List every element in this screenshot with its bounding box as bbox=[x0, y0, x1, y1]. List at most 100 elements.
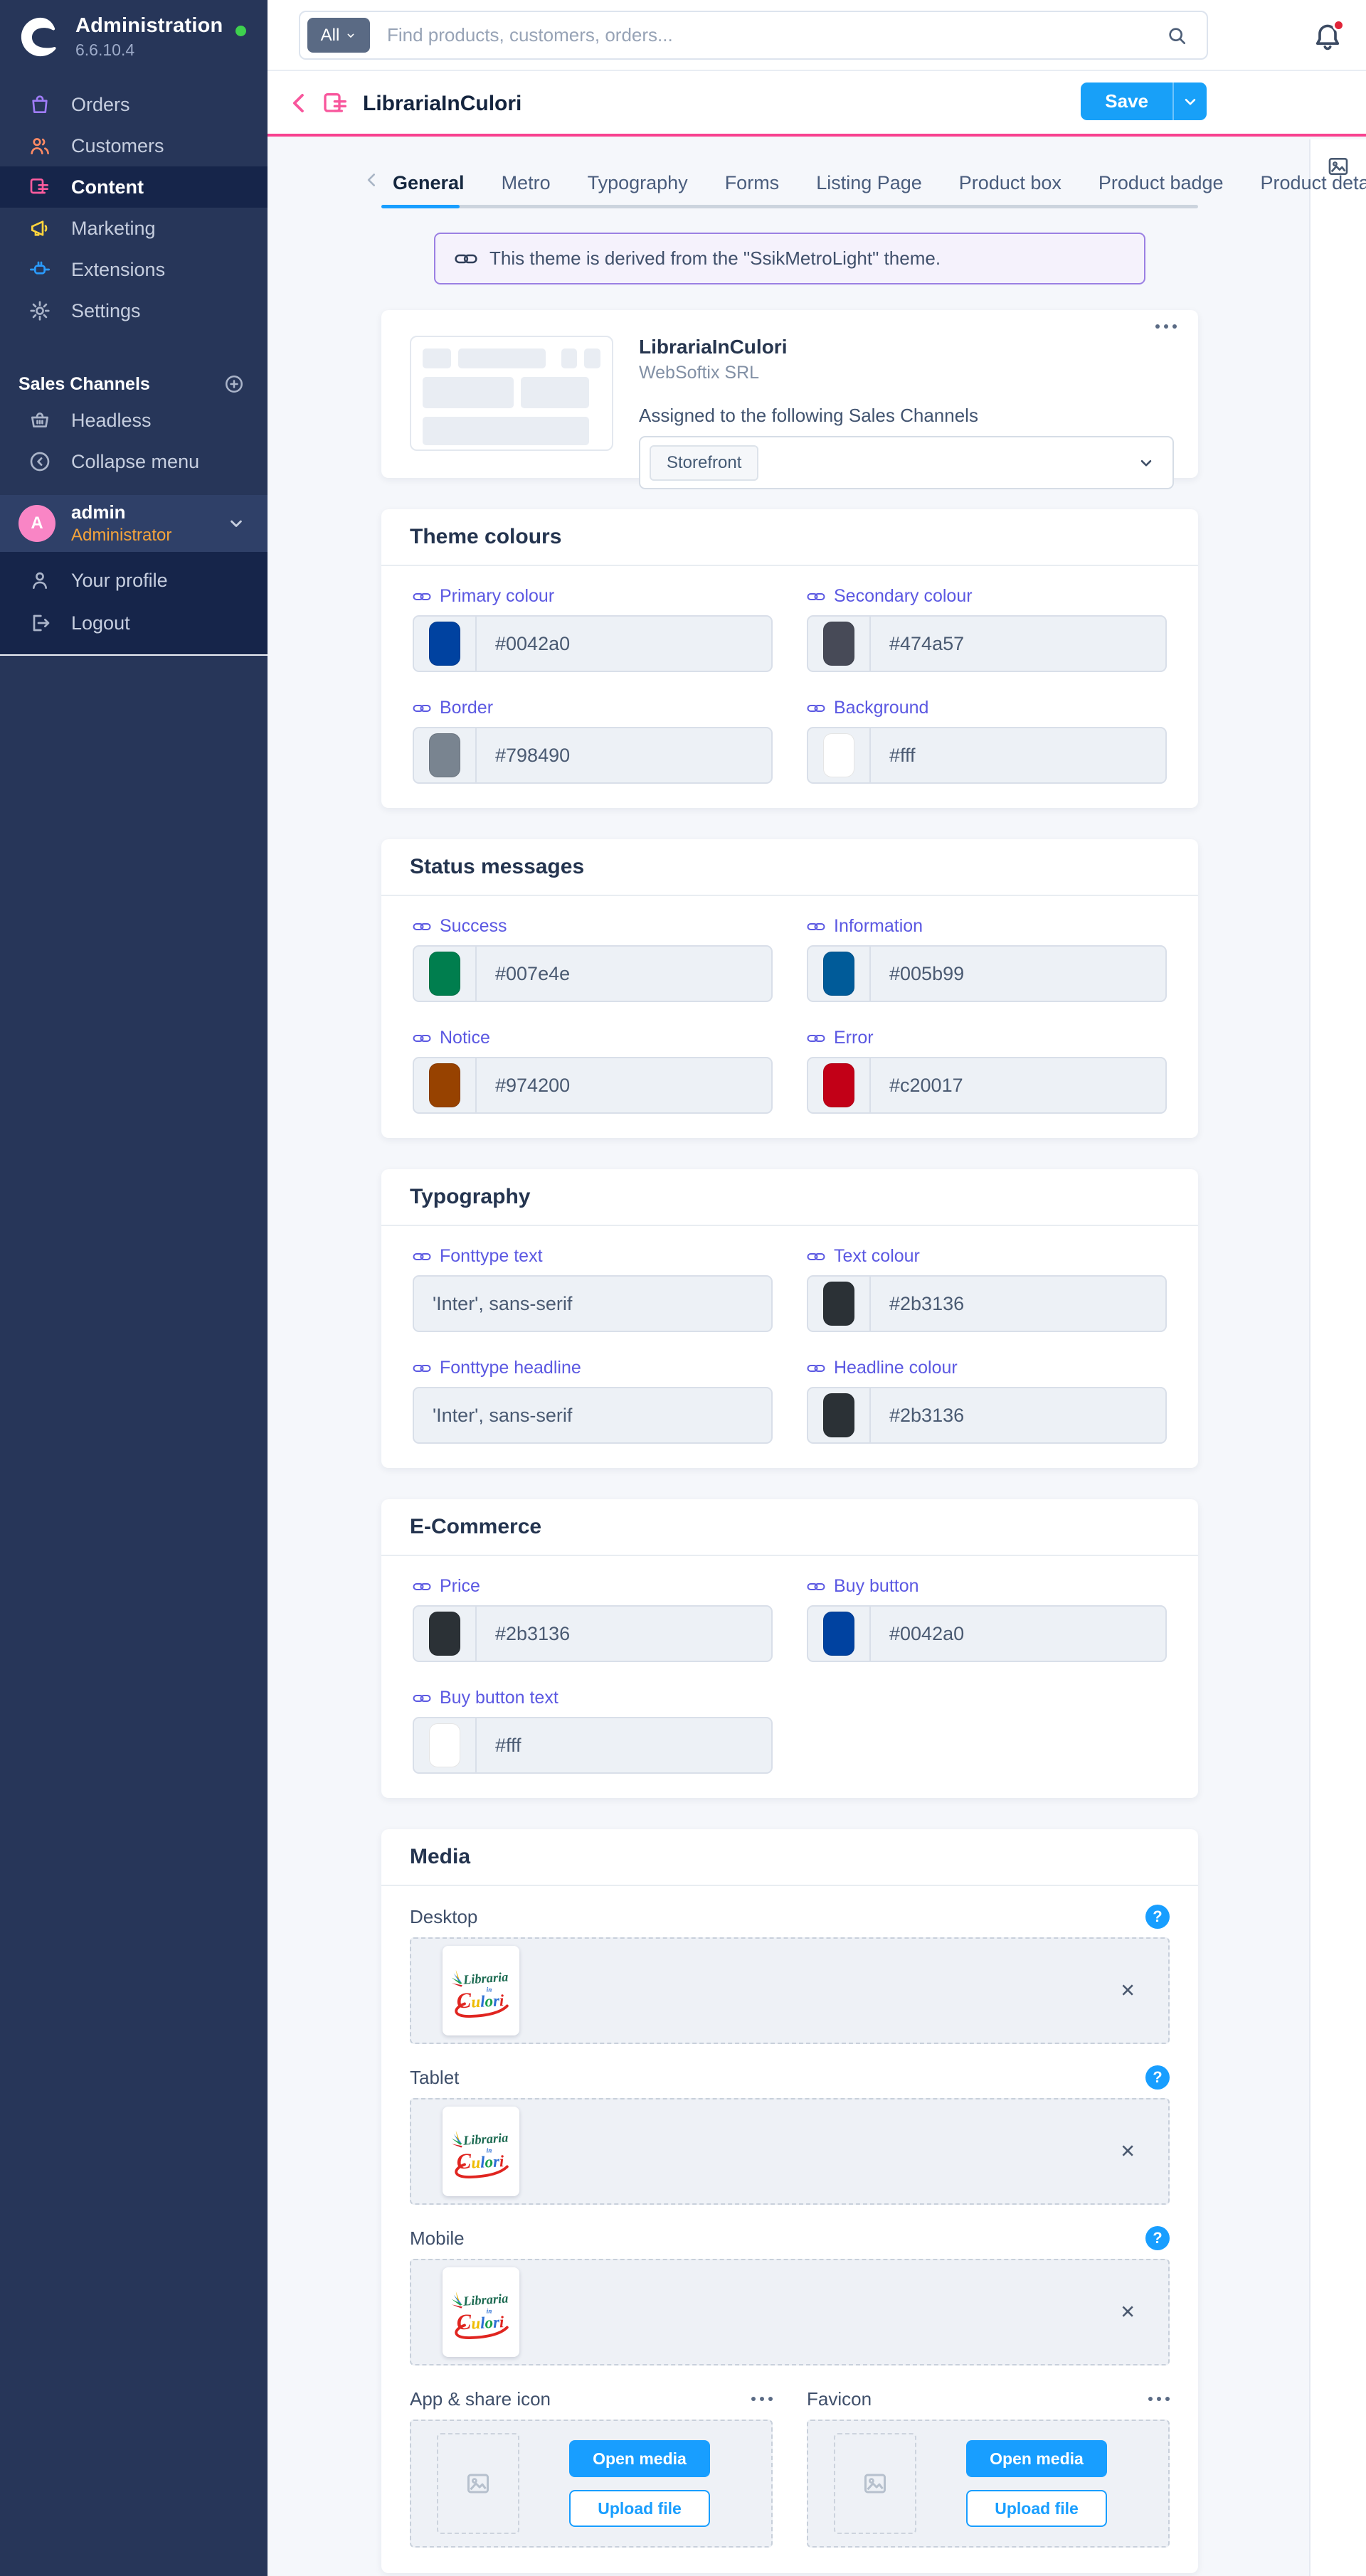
media-thumbnail[interactable] bbox=[443, 1946, 519, 2035]
tab-metro[interactable]: Metro bbox=[483, 168, 569, 198]
sales-channel-select[interactable]: Storefront bbox=[639, 436, 1174, 489]
sidebar-item-headless[interactable]: Headless bbox=[0, 400, 268, 441]
theme-logo-image bbox=[448, 2274, 514, 2351]
open-media-button[interactable]: Open media bbox=[966, 2440, 1107, 2477]
inheritance-link-icon[interactable] bbox=[413, 700, 431, 717]
tab-general[interactable]: General bbox=[381, 168, 483, 198]
tabs-scroll-left-icon[interactable] bbox=[363, 171, 381, 189]
theme-context-menu-button[interactable] bbox=[1155, 324, 1177, 329]
tab-typography[interactable]: Typography bbox=[569, 168, 706, 198]
text-input[interactable]: 'Inter', sans-serif bbox=[413, 1275, 773, 1332]
color-input[interactable]: #0042a0 bbox=[413, 615, 773, 672]
sidebar-item-collapse-menu[interactable]: Collapse menu bbox=[0, 441, 268, 482]
user-menu-item-logout[interactable]: Logout bbox=[0, 602, 268, 644]
add-sales-channel-icon[interactable] bbox=[223, 373, 245, 395]
sidebar-item-label: Orders bbox=[71, 94, 130, 116]
color-input[interactable]: #2b3136 bbox=[413, 1605, 773, 1662]
media-thumbnail[interactable] bbox=[443, 2107, 519, 2196]
inheritance-link-icon[interactable] bbox=[413, 1690, 431, 1707]
color-input[interactable]: #c20017 bbox=[807, 1057, 1167, 1114]
global-search[interactable]: All bbox=[299, 11, 1208, 60]
sidebar-item-content[interactable]: Content bbox=[0, 166, 268, 208]
inheritance-link-icon[interactable] bbox=[413, 1030, 431, 1047]
sidebar-item-marketing[interactable]: Marketing bbox=[0, 208, 268, 249]
inheritance-link-icon[interactable] bbox=[413, 1578, 431, 1595]
upload-dropzone[interactable]: Open media Upload file bbox=[807, 2420, 1170, 2548]
media-dropzone[interactable]: ✕ bbox=[410, 2098, 1170, 2205]
media-dropzone[interactable]: ✕ bbox=[410, 2259, 1170, 2365]
media-thumbnail[interactable] bbox=[443, 2267, 519, 2357]
inheritance-link-icon[interactable] bbox=[413, 588, 431, 605]
link-icon bbox=[454, 248, 478, 270]
help-icon[interactable]: ? bbox=[1145, 2065, 1170, 2090]
search-scope-dropdown[interactable]: All bbox=[307, 18, 370, 53]
color-swatch[interactable] bbox=[823, 952, 854, 996]
color-swatch[interactable] bbox=[429, 733, 460, 777]
sidebar-item-extensions[interactable]: Extensions bbox=[0, 249, 268, 290]
color-swatch[interactable] bbox=[429, 1723, 460, 1767]
tab-listing-page[interactable]: Listing Page bbox=[798, 168, 941, 198]
color-input[interactable]: #fff bbox=[807, 727, 1167, 784]
inheritance-link-icon[interactable] bbox=[807, 1578, 825, 1595]
color-swatch[interactable] bbox=[823, 1612, 854, 1656]
sidebar-item-settings[interactable]: Settings bbox=[0, 290, 268, 331]
color-input[interactable]: #005b99 bbox=[807, 945, 1167, 1002]
color-swatch[interactable] bbox=[429, 622, 460, 666]
search-input[interactable] bbox=[387, 24, 1165, 46]
inheritance-link-icon[interactable] bbox=[807, 1030, 825, 1047]
color-swatch[interactable] bbox=[823, 1393, 854, 1437]
inheritance-link-icon[interactable] bbox=[807, 588, 825, 605]
channel-tag-storefront[interactable]: Storefront bbox=[650, 445, 758, 481]
user-menu-toggle[interactable]: A admin Administrator bbox=[0, 495, 268, 552]
color-input[interactable]: #2b3136 bbox=[807, 1387, 1167, 1444]
inheritance-link-icon[interactable] bbox=[413, 1360, 431, 1377]
remove-media-icon[interactable]: ✕ bbox=[1120, 2301, 1135, 2324]
inheritance-link-icon[interactable] bbox=[413, 1248, 431, 1265]
slot-context-menu-button[interactable] bbox=[1148, 2397, 1170, 2401]
color-swatch[interactable] bbox=[823, 1282, 854, 1326]
color-input[interactable]: #007e4e bbox=[413, 945, 773, 1002]
save-split-button[interactable]: Save bbox=[1081, 83, 1207, 120]
color-input[interactable]: #798490 bbox=[413, 727, 773, 784]
theme-inheritance-banner: This theme is derived from the "SsikMetr… bbox=[434, 233, 1145, 284]
color-input[interactable]: #474a57 bbox=[807, 615, 1167, 672]
upload-dropzone[interactable]: Open media Upload file bbox=[410, 2420, 773, 2548]
help-icon[interactable]: ? bbox=[1145, 1905, 1170, 1929]
upload-file-button[interactable]: Upload file bbox=[966, 2490, 1107, 2527]
color-input[interactable]: #974200 bbox=[413, 1057, 773, 1114]
text-input[interactable]: 'Inter', sans-serif bbox=[413, 1387, 773, 1444]
color-swatch[interactable] bbox=[429, 1063, 460, 1107]
color-input[interactable]: #2b3136 bbox=[807, 1275, 1167, 1332]
sidebar-item-customers[interactable]: Customers bbox=[0, 125, 268, 166]
color-input[interactable]: #fff bbox=[413, 1717, 773, 1774]
inheritance-link-icon[interactable] bbox=[807, 918, 825, 935]
remove-media-icon[interactable]: ✕ bbox=[1120, 2141, 1135, 2163]
field-error: Error #c20017 bbox=[807, 1028, 1167, 1114]
media-dropzone[interactable]: ✕ bbox=[410, 1937, 1170, 2044]
slot-context-menu-button[interactable] bbox=[751, 2397, 773, 2401]
tab-product-detail[interactable]: Product detail bbox=[1242, 168, 1366, 198]
color-swatch[interactable] bbox=[823, 1063, 854, 1107]
remove-media-icon[interactable]: ✕ bbox=[1120, 1980, 1135, 2002]
inheritance-link-icon[interactable] bbox=[413, 918, 431, 935]
help-icon[interactable]: ? bbox=[1145, 2226, 1170, 2250]
color-swatch[interactable] bbox=[429, 952, 460, 996]
tab-forms[interactable]: Forms bbox=[706, 168, 798, 198]
open-media-button[interactable]: Open media bbox=[569, 2440, 710, 2477]
tab-product-badge[interactable]: Product badge bbox=[1080, 168, 1242, 198]
inheritance-link-icon[interactable] bbox=[807, 1248, 825, 1265]
color-swatch[interactable] bbox=[429, 1612, 460, 1656]
tab-product-box[interactable]: Product box bbox=[941, 168, 1080, 198]
sidebar-item-orders[interactable]: Orders bbox=[0, 84, 268, 125]
save-button[interactable]: Save bbox=[1081, 83, 1172, 120]
notification-bell-button[interactable] bbox=[1312, 21, 1343, 53]
save-context-button[interactable] bbox=[1172, 83, 1207, 120]
upload-file-button[interactable]: Upload file bbox=[569, 2490, 710, 2527]
inheritance-link-icon[interactable] bbox=[807, 1360, 825, 1377]
color-input[interactable]: #0042a0 bbox=[807, 1605, 1167, 1662]
user-menu-item-profile[interactable]: Your profile bbox=[0, 559, 268, 602]
inheritance-link-icon[interactable] bbox=[807, 700, 825, 717]
back-chevron-icon[interactable] bbox=[286, 90, 313, 117]
color-swatch[interactable] bbox=[823, 733, 854, 777]
color-swatch[interactable] bbox=[823, 622, 854, 666]
